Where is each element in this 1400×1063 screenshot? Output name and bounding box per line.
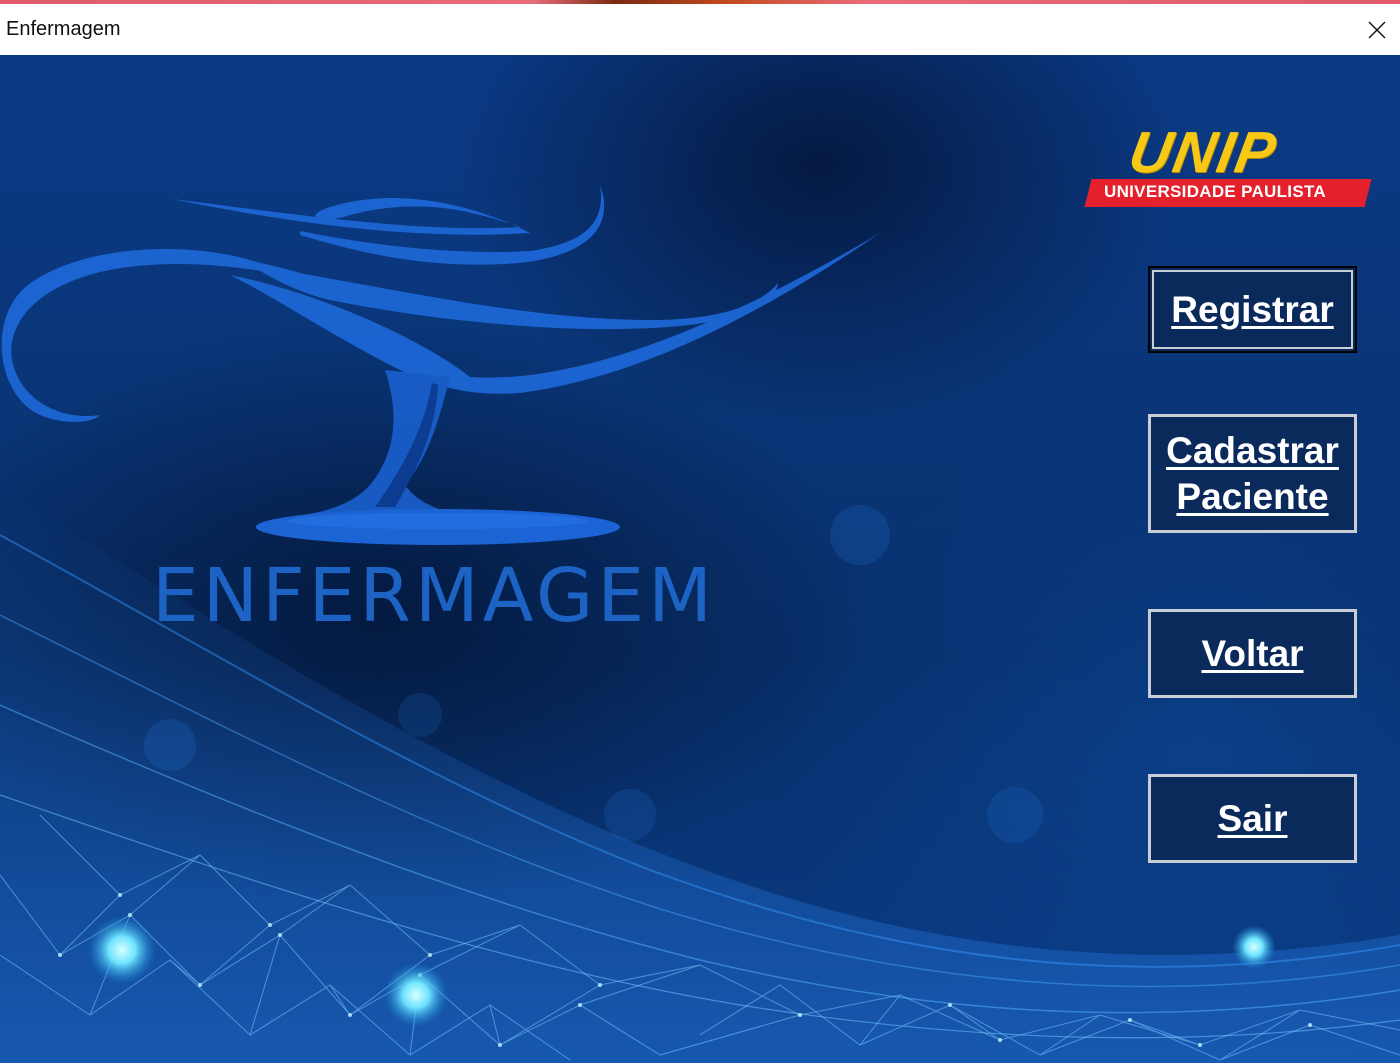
cadastrar-paciente-button[interactable]: Cadastrar Paciente — [1148, 414, 1357, 533]
window-title: Enfermagem — [6, 18, 121, 40]
voltar-button-label: Voltar — [1201, 632, 1304, 674]
unip-logo-subtitle: UNIVERSIDADE PAULISTA — [1104, 182, 1326, 201]
sair-button[interactable]: Sair — [1148, 774, 1357, 863]
main-window-content: ENFERMAGEM UNIP UNIVERSIDADE PAULISTA Re… — [0, 55, 1400, 1063]
nursing-lamp-icon — [1, 185, 880, 545]
close-button[interactable] — [1354, 4, 1400, 55]
close-icon — [1368, 21, 1386, 38]
window-titlebar: Enfermagem — [0, 4, 1400, 55]
sair-button-label: Sair — [1217, 797, 1288, 839]
cadastrar-paciente-label-line1: Cadastrar — [1166, 429, 1339, 471]
registrar-button-label: Registrar — [1171, 288, 1334, 330]
cadastrar-paciente-label-line2: Paciente — [1176, 475, 1329, 517]
registrar-button[interactable]: Registrar — [1148, 266, 1357, 353]
enfermagem-logo-text: ENFERMAGEM — [152, 553, 716, 639]
unip-logo: UNIP UNIVERSIDADE PAULISTA — [1084, 119, 1372, 211]
voltar-button[interactable]: Voltar — [1148, 609, 1357, 698]
enfermagem-logo: ENFERMAGEM — [0, 115, 900, 639]
unip-logo-text: UNIP — [1124, 120, 1283, 185]
